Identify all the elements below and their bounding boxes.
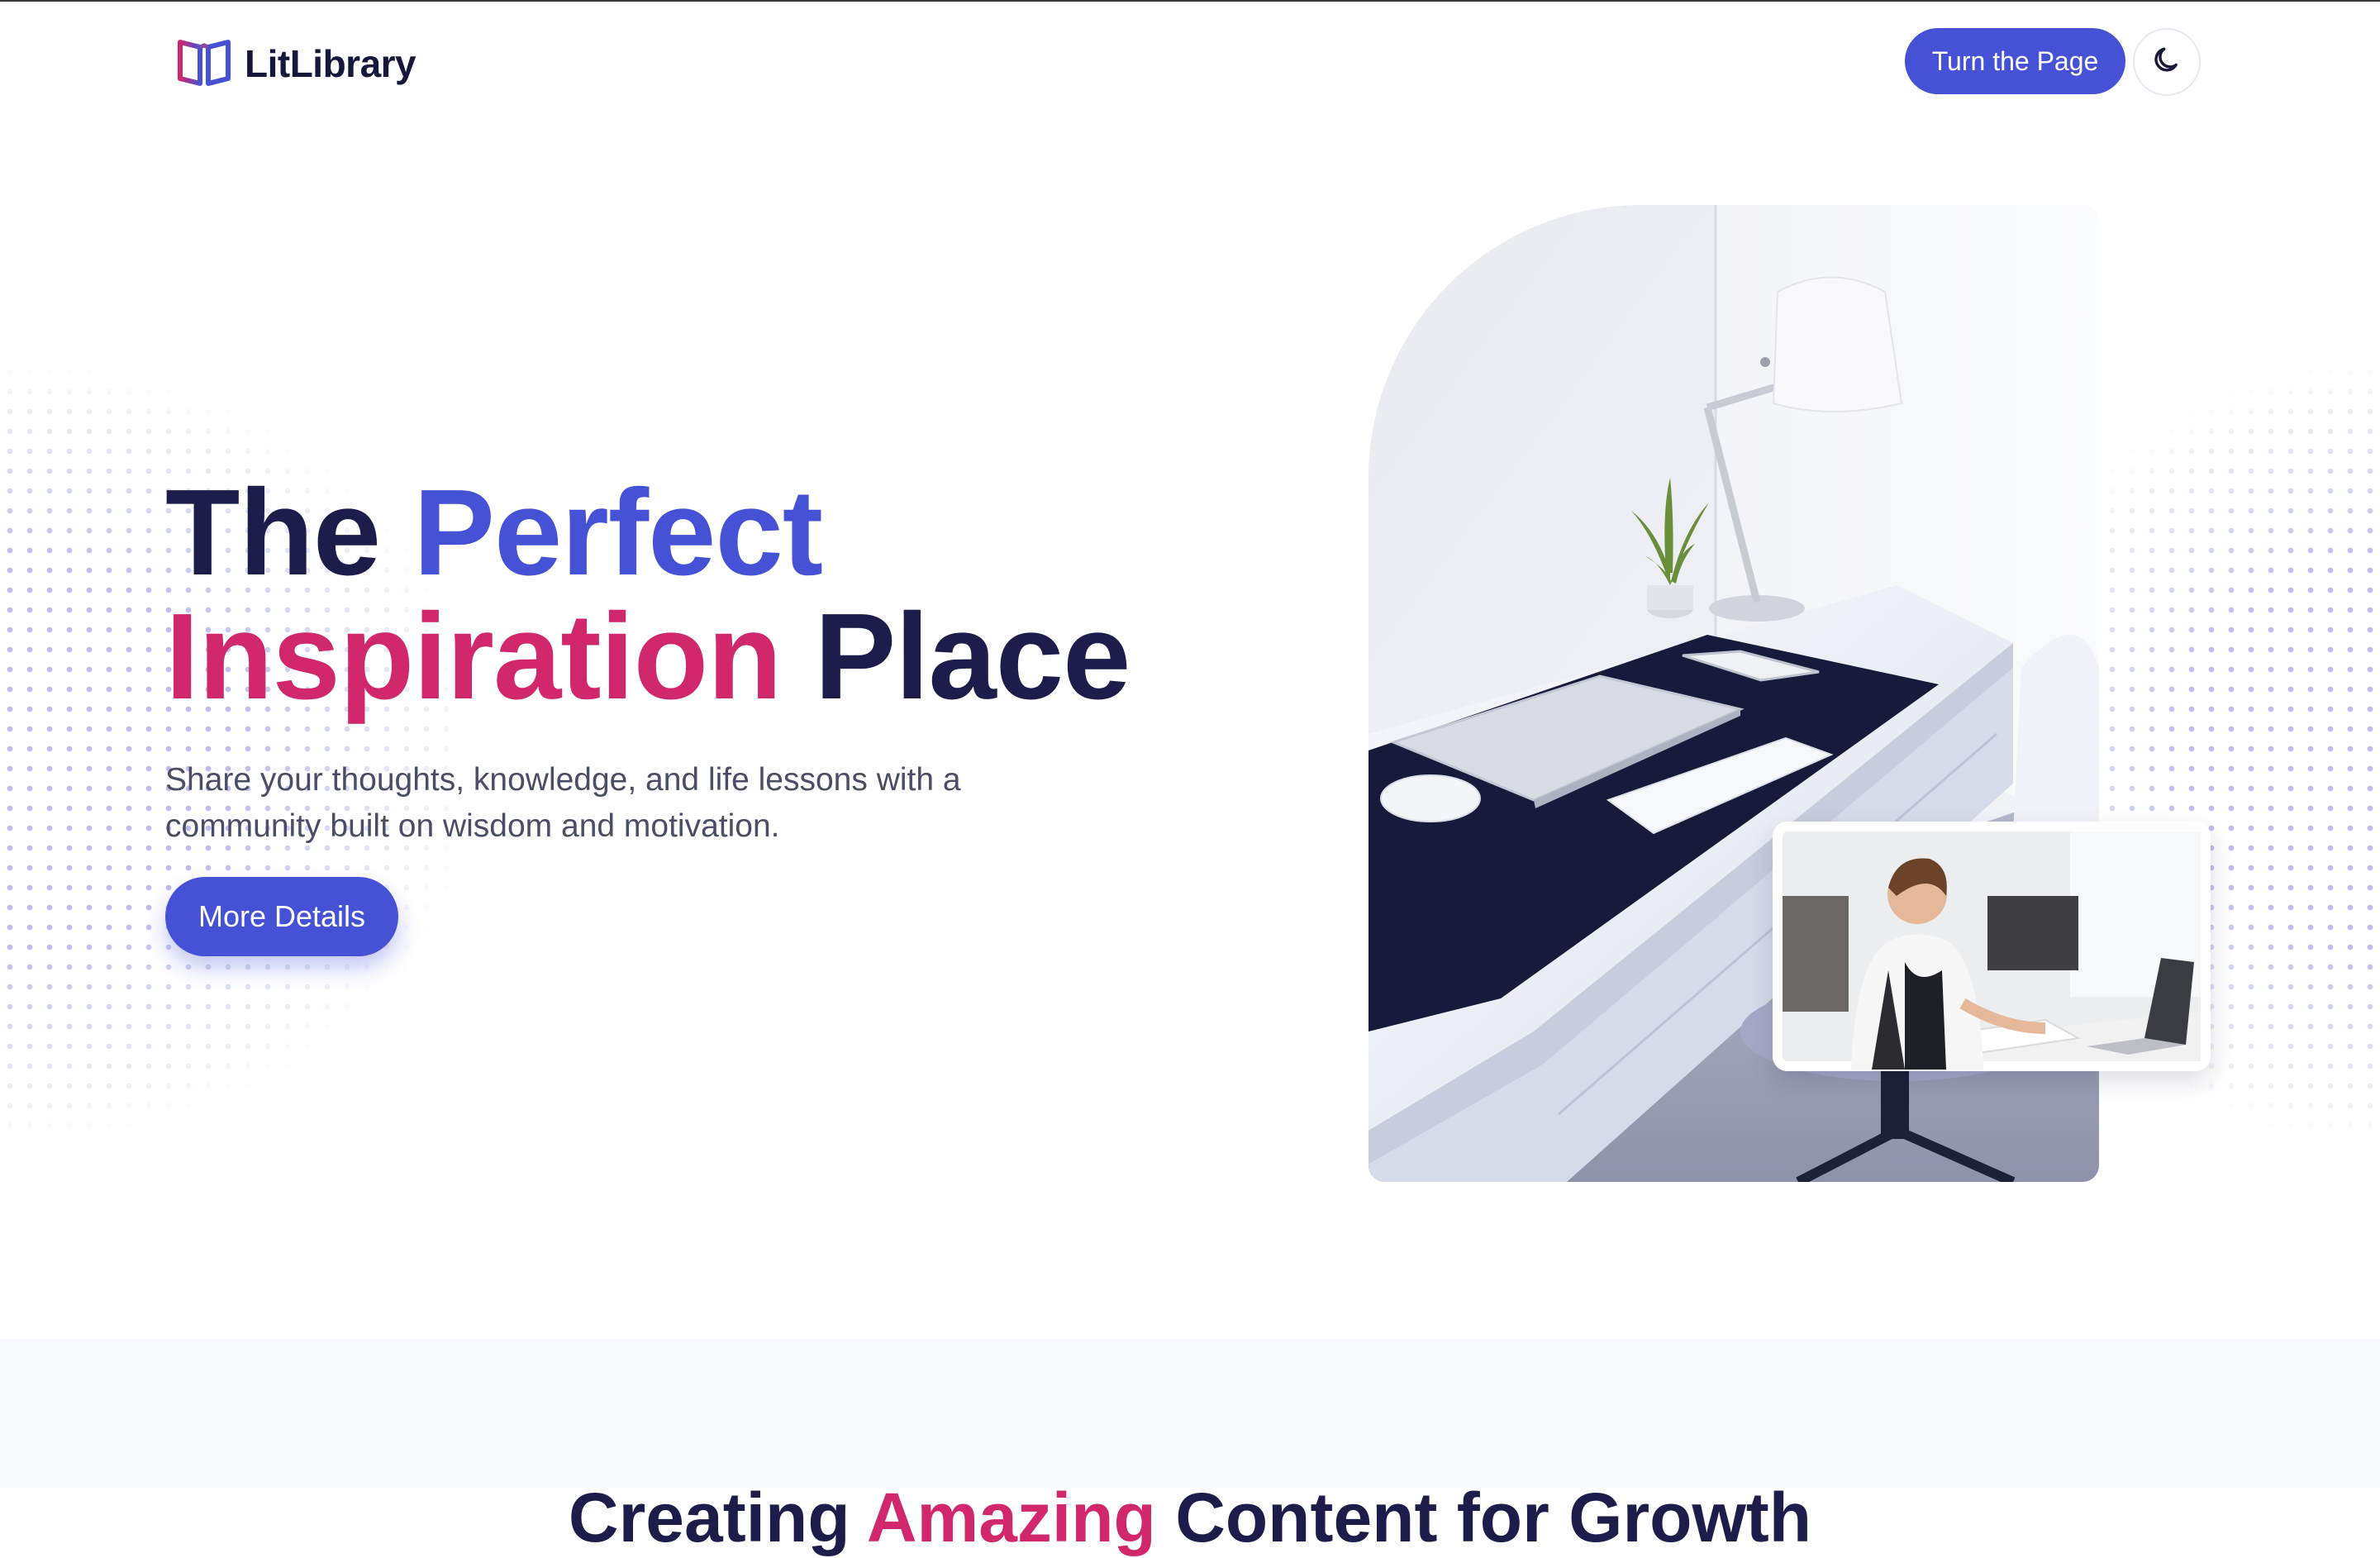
content-section: Creating Amazing Content for Growth (0, 1339, 2380, 1556)
site-header: LitLibrary Turn the Page (0, 2, 2380, 122)
brand-logo-link[interactable]: LitLibrary (175, 35, 416, 93)
more-details-button[interactable]: More Details (165, 877, 398, 956)
theme-toggle-button[interactable] (2133, 28, 2201, 96)
hero-title-inspiration: Inspiration (165, 588, 782, 725)
hero-title-the: The (165, 465, 414, 601)
dot-pattern-left (0, 322, 463, 1174)
moon-icon (2150, 45, 2183, 80)
hero-title: The Perfect Inspiration Place (165, 471, 1130, 719)
hero-title-place: Place (781, 588, 1131, 725)
open-book-icon (175, 36, 233, 93)
turn-the-page-button[interactable]: Turn the Page (1905, 28, 2125, 94)
hero-title-perfect: Perfect (413, 465, 823, 601)
brand-name: LitLibrary (245, 42, 416, 85)
hero-subtitle: Share your thoughts, knowledge, and life… (165, 762, 961, 844)
section-title-accent: Amazing (866, 1479, 1156, 1556)
section-title-end: Content for Growth (1155, 1479, 1812, 1556)
section-title: Creating Amazing Content for Growth (0, 1478, 2380, 1558)
section-title-start: Creating (568, 1479, 867, 1556)
woman-working-laptop-photo (1773, 822, 2211, 1071)
